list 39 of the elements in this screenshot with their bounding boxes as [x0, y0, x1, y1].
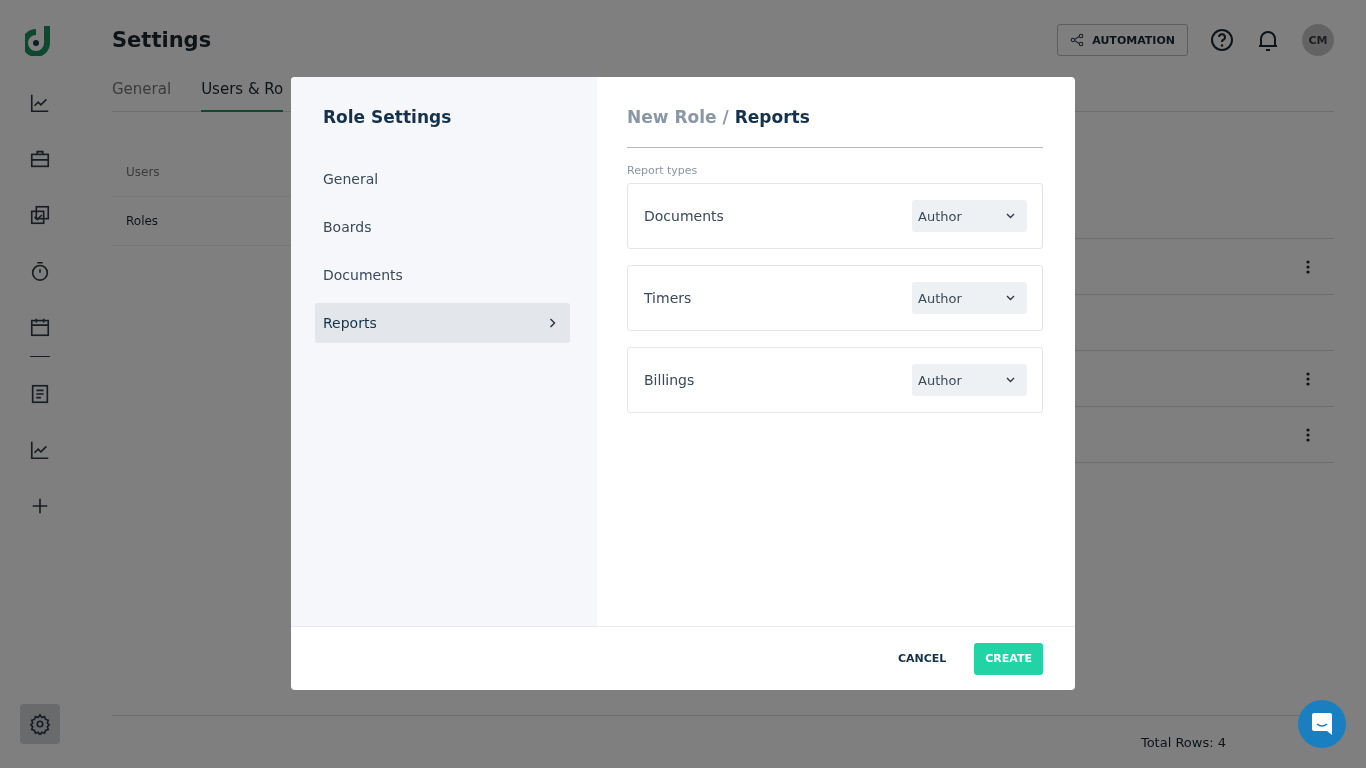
role-dropdown[interactable]: Author — [912, 200, 1027, 232]
chart-icon[interactable] — [29, 439, 51, 461]
role-dropdown[interactable]: Author — [912, 364, 1027, 396]
chat-launcher-button[interactable] — [1298, 700, 1346, 748]
chevron-down-icon — [1006, 377, 1015, 383]
more-options-icon[interactable] — [1306, 259, 1310, 274]
checklist-icon[interactable] — [29, 204, 51, 226]
role-dropdown[interactable]: Author — [912, 282, 1027, 314]
page-title: Settings — [112, 28, 212, 52]
share-nodes-icon — [1070, 33, 1085, 47]
settings-icon[interactable] — [20, 704, 60, 744]
dialog-nav-item[interactable]: Reports — [315, 303, 570, 343]
breadcrumb-current: Reports — [734, 107, 810, 127]
more-options-icon[interactable] — [1306, 371, 1310, 386]
chart-icon[interactable] — [29, 92, 51, 114]
dialog-nav-item[interactable]: Documents — [315, 255, 570, 295]
chat-bubble-icon — [1311, 712, 1333, 736]
tab[interactable]: Users & Ro — [201, 80, 284, 112]
stopwatch-icon[interactable] — [29, 260, 51, 282]
total-rows: Total Rows: 4 — [1140, 734, 1226, 750]
calendar-icon[interactable] — [29, 316, 51, 338]
briefcase-icon[interactable] — [29, 148, 51, 170]
dialog-title: Role Settings — [323, 107, 453, 127]
dialog-nav-item[interactable]: Boards — [315, 207, 570, 247]
help-icon[interactable] — [1210, 28, 1234, 52]
section-label: Report types — [627, 164, 699, 177]
report-type-label: Timers — [644, 290, 692, 306]
document-icon[interactable] — [29, 383, 51, 405]
cancel-button[interactable]: CANCEL — [889, 644, 955, 673]
dialog-nav-item[interactable]: General — [315, 159, 570, 199]
chevron-right-icon — [549, 318, 556, 328]
chevron-down-icon — [1006, 213, 1015, 219]
chevron-down-icon — [1006, 295, 1015, 301]
automation-button[interactable]: AUTOMATION — [1057, 24, 1188, 56]
report-type-label: Documents — [644, 208, 724, 224]
breadcrumb-separator: / — [722, 107, 729, 127]
report-type-label: Billings — [644, 372, 695, 388]
bell-icon[interactable] — [1256, 28, 1280, 52]
more-options-icon[interactable] — [1306, 427, 1310, 442]
